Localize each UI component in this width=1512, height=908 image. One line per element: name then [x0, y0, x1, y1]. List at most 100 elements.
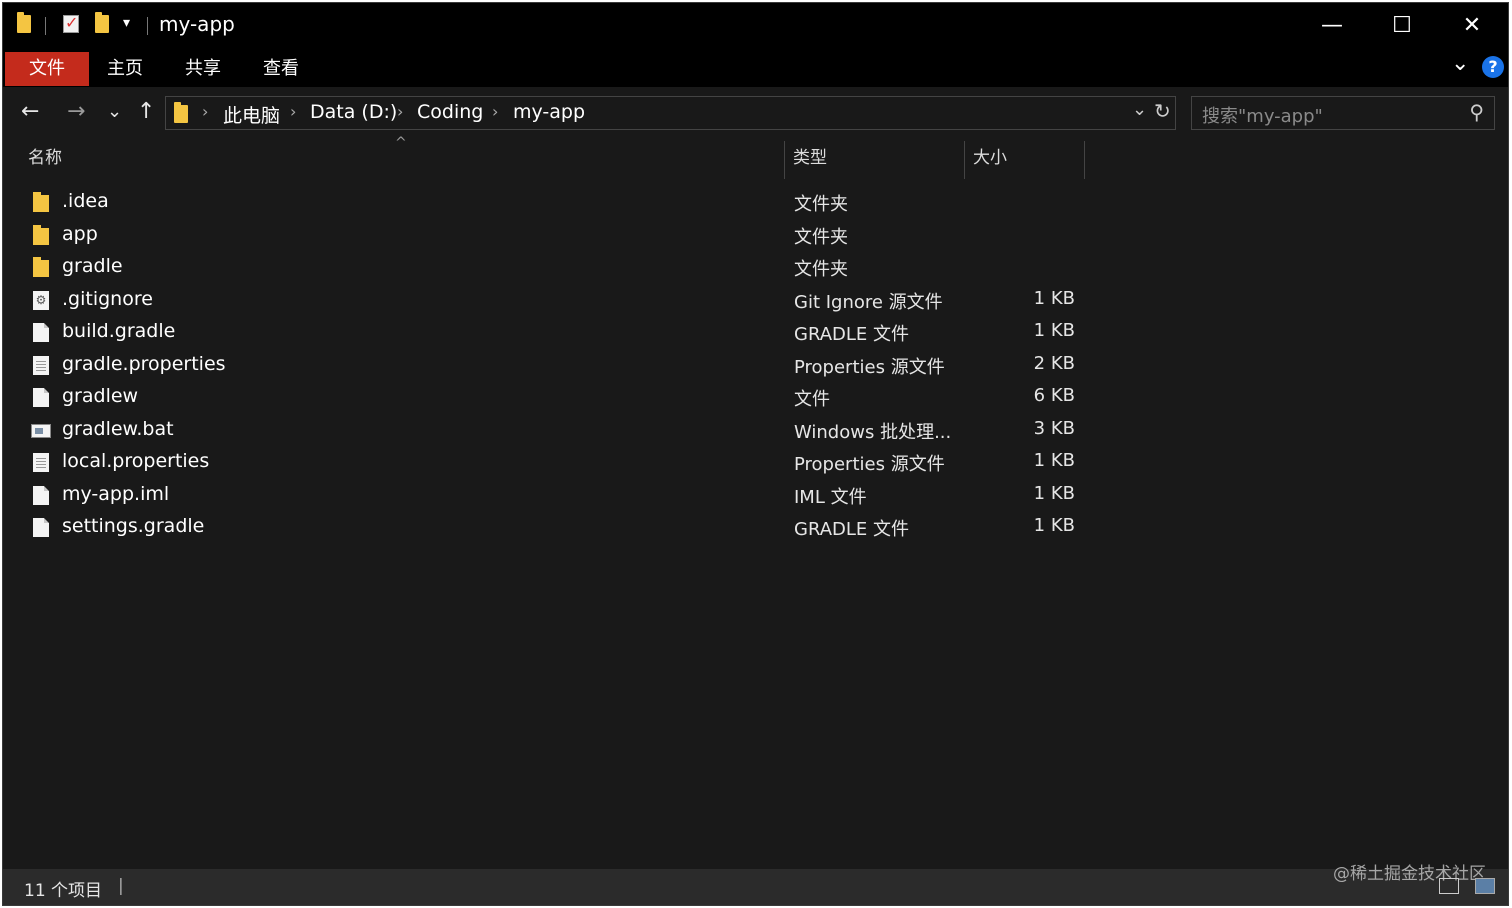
- minimize-button[interactable]: —: [1297, 3, 1367, 47]
- file-row[interactable]: my-app.iml IML 文件 1 KB: [3, 480, 1103, 512]
- close-button[interactable]: ✕: [1437, 3, 1507, 47]
- breadcrumb-data-drive[interactable]: Data (D:): [310, 101, 397, 123]
- title-bar: ▾ my-app — ☐ ✕: [3, 3, 1508, 47]
- column-divider[interactable]: [1084, 141, 1085, 179]
- file-size: 1 KB: [1033, 450, 1075, 471]
- chevron-right-icon: ›: [202, 102, 209, 121]
- breadcrumb-coding[interactable]: Coding: [417, 101, 483, 123]
- back-button[interactable]: ←: [21, 99, 39, 125]
- breadcrumb-my-app[interactable]: my-app: [513, 101, 585, 123]
- file-row[interactable]: settings.gradle GRADLE 文件 1 KB: [3, 512, 1103, 544]
- item-count: 11 个项目: [24, 881, 103, 901]
- new-folder-icon[interactable]: [95, 12, 109, 33]
- maximize-button[interactable]: ☐: [1367, 3, 1437, 47]
- lined-file-icon: [33, 453, 49, 472]
- column-header-size[interactable]: 大小: [973, 143, 1007, 179]
- navigation-bar: ← → ⌄ ↑ › 此电脑 › Data (D:) › Coding › my-…: [3, 87, 1508, 139]
- window-title: my-app: [159, 12, 235, 36]
- up-button[interactable]: ↑: [137, 99, 155, 125]
- file-size: 3 KB: [1033, 417, 1075, 439]
- watermark: @稀土掘金技术社区: [1333, 864, 1486, 884]
- folder-icon: [17, 12, 31, 33]
- column-divider[interactable]: [964, 141, 965, 179]
- file-type: Git Ignore 源文件: [794, 291, 943, 313]
- tab-view[interactable]: 查看: [249, 52, 313, 86]
- file-name[interactable]: app: [62, 223, 98, 245]
- separator: [45, 17, 46, 35]
- quick-access-dropdown[interactable]: ▾: [123, 15, 130, 31]
- search-input[interactable]: 搜索"my-app" ⚲: [1191, 96, 1495, 130]
- file-type: Windows 批处理...: [794, 421, 952, 443]
- file-size: 1 KB: [1033, 320, 1075, 341]
- folder-file-icon: [33, 224, 49, 245]
- file-size: 1 KB: [1033, 482, 1075, 504]
- file-size: 6 KB: [1033, 385, 1075, 406]
- breadcrumb-this-pc[interactable]: 此电脑: [223, 101, 280, 128]
- chevron-right-icon: ›: [290, 102, 297, 121]
- file-type: IML 文件: [794, 486, 867, 508]
- folder-file-icon: [33, 192, 49, 212]
- tab-home[interactable]: 主页: [93, 52, 157, 86]
- file-row[interactable]: app 文件夹: [3, 220, 1103, 252]
- help-icon[interactable]: ?: [1482, 56, 1504, 78]
- file-name[interactable]: build.gradle: [62, 320, 175, 342]
- folder-file-icon: [33, 257, 49, 277]
- column-header-name[interactable]: 名称: [28, 143, 62, 179]
- status-divider: |: [118, 876, 124, 896]
- sort-indicator-icon: ^: [395, 135, 407, 151]
- doc-file-icon: [33, 323, 49, 342]
- file-row[interactable]: gradlew.bat Windows 批处理... 3 KB: [3, 415, 1103, 447]
- details-view-icon[interactable]: [1439, 878, 1459, 894]
- file-size: 1 KB: [1033, 515, 1075, 536]
- column-header-type[interactable]: 类型: [793, 143, 827, 179]
- file-type: 文件: [794, 389, 830, 410]
- address-dropdown-icon[interactable]: ⌄: [1132, 99, 1147, 120]
- column-divider[interactable]: [784, 141, 785, 179]
- ribbon-expand-icon[interactable]: ⌄: [1451, 51, 1469, 76]
- doc-file-icon: [33, 485, 49, 505]
- file-row[interactable]: gradle 文件夹: [3, 252, 1103, 284]
- tab-file[interactable]: 文件: [5, 52, 89, 86]
- file-name[interactable]: gradlew.bat: [62, 418, 174, 440]
- file-name[interactable]: settings.gradle: [62, 515, 204, 537]
- folder-icon: [174, 102, 188, 123]
- chevron-right-icon: ›: [397, 102, 404, 121]
- file-name[interactable]: local.properties: [62, 450, 209, 472]
- refresh-icon[interactable]: ↻: [1154, 99, 1171, 123]
- doc-file-icon: [33, 388, 49, 407]
- file-type: 文件夹: [794, 194, 848, 215]
- file-name[interactable]: my-app.iml: [62, 483, 169, 505]
- file-type: GRADLE 文件: [794, 519, 910, 540]
- file-name[interactable]: .gitignore: [62, 288, 153, 310]
- file-row[interactable]: ⚙ .gitignore Git Ignore 源文件 1 KB: [3, 285, 1103, 317]
- file-row[interactable]: gradle.properties Properties 源文件 2 KB: [3, 350, 1103, 382]
- separator: [147, 17, 148, 35]
- file-name[interactable]: gradle.properties: [62, 353, 226, 375]
- recent-locations-button[interactable]: ⌄: [107, 99, 122, 125]
- tab-share[interactable]: 共享: [171, 52, 235, 86]
- properties-icon[interactable]: [63, 13, 79, 33]
- forward-button[interactable]: →: [67, 99, 85, 125]
- file-type: Properties 源文件: [794, 356, 945, 378]
- search-icon[interactable]: ⚲: [1469, 100, 1484, 124]
- file-size: 2 KB: [1033, 352, 1075, 374]
- file-row[interactable]: .idea 文件夹: [3, 187, 1103, 219]
- file-type: 文件夹: [794, 259, 848, 280]
- file-type: 文件夹: [794, 226, 848, 248]
- file-name[interactable]: .idea: [62, 190, 109, 212]
- file-row[interactable]: gradlew 文件 6 KB: [3, 382, 1103, 414]
- file-name[interactable]: gradle: [62, 255, 123, 277]
- doc-file-icon: [33, 518, 49, 537]
- chevron-right-icon: ›: [492, 102, 499, 121]
- file-name[interactable]: gradlew: [62, 385, 138, 407]
- file-row[interactable]: local.properties Properties 源文件 1 KB: [3, 447, 1103, 479]
- file-size: 1 KB: [1033, 287, 1075, 309]
- lined-file-icon: [33, 355, 49, 375]
- address-bar[interactable]: › 此电脑 › Data (D:) › Coding › my-app ⌄ ↻: [165, 96, 1176, 130]
- search-placeholder: 搜索"my-app": [1202, 106, 1323, 127]
- status-bar: 11 个项目 | @稀土掘金技术社区: [3, 864, 1508, 905]
- large-icons-view-icon[interactable]: [1475, 878, 1495, 894]
- file-explorer-window: ▾ my-app — ☐ ✕ 文件 主页 共享 查看 ⌄ ? ← → ⌄ ↑ ›…: [2, 2, 1509, 906]
- ribbon-tabs: 文件 主页 共享 查看 ⌄ ?: [3, 47, 1508, 87]
- file-row[interactable]: build.gradle GRADLE 文件 1 KB: [3, 317, 1103, 349]
